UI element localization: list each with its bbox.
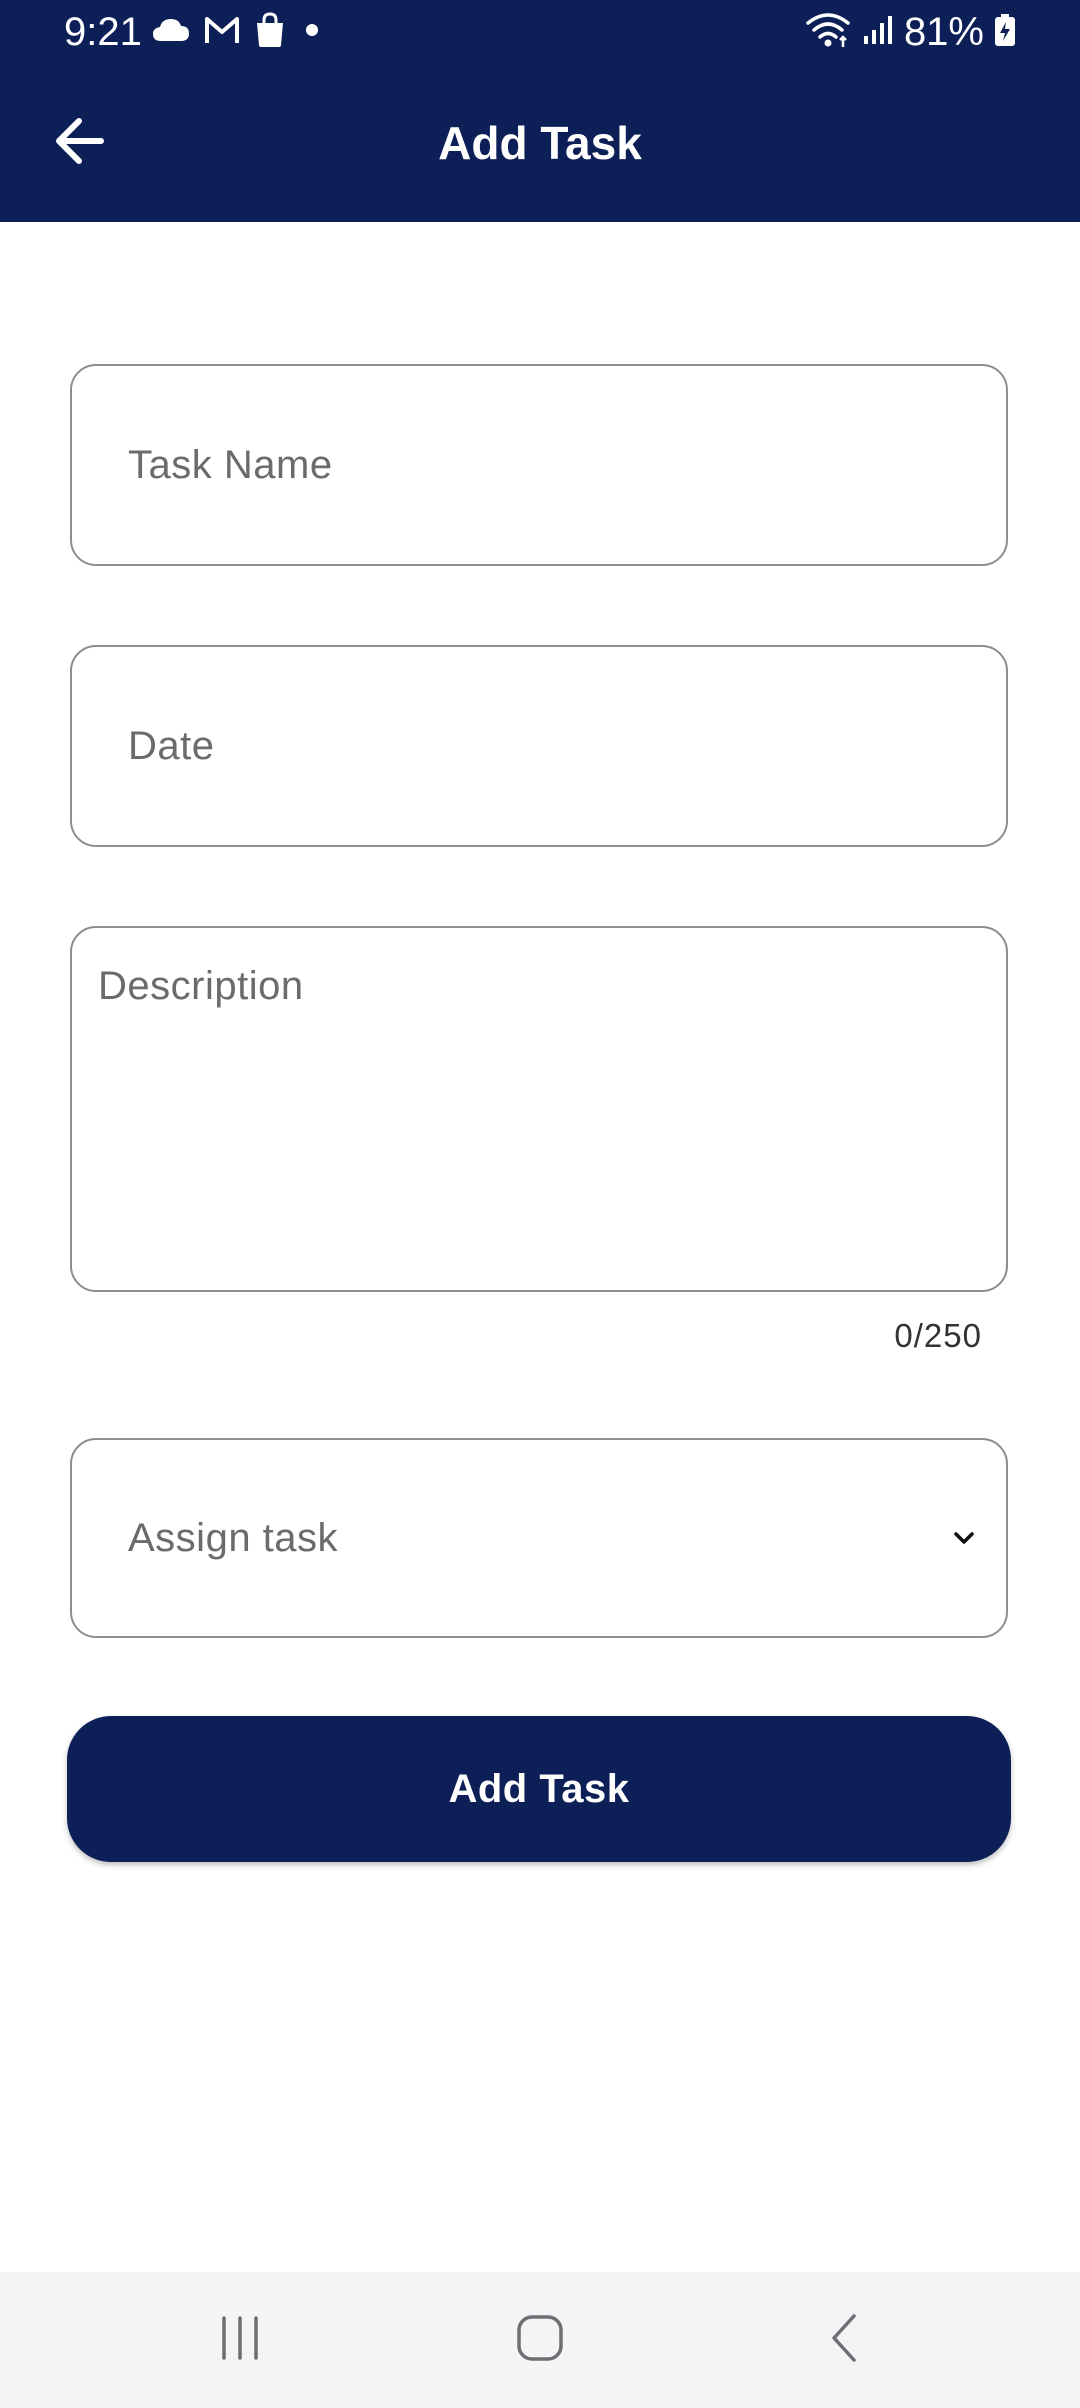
task-name-input[interactable] [128,366,966,564]
shopping-bag-icon [254,11,286,53]
date-input[interactable] [128,647,966,845]
system-back-button[interactable] [784,2272,904,2408]
gmail-icon [204,15,240,50]
add-task-button[interactable]: Add Task [67,1716,1011,1862]
home-button[interactable] [480,2272,600,2408]
assign-task-dropdown[interactable]: Assign task [70,1438,1008,1638]
status-time: 9:21 [64,10,142,54]
chevron-down-icon [944,1440,984,1636]
battery-charging-icon [994,13,1016,52]
task-name-field[interactable] [70,364,1008,566]
date-field[interactable] [70,645,1008,847]
signal-icon [862,14,894,51]
cloud-icon [152,17,190,48]
app-bar: 9:21 81% Add Task [0,0,1080,222]
system-nav-bar [0,2272,1080,2408]
status-bar: 9:21 81% [0,0,1080,64]
wifi-icon [804,11,852,54]
description-input[interactable] [98,964,980,1270]
notification-icons [152,11,324,53]
assign-task-value: Assign task [128,1515,339,1560]
dot-icon [300,23,324,42]
home-icon [516,2314,564,2367]
system-status-icons: 81% [804,8,1016,56]
description-field[interactable] [70,926,1008,1292]
recents-icon [216,2315,264,2365]
battery-percent: 81% [903,10,984,54]
add-task-screen: 9:21 81% Add Task Task Name Date Descrip… [0,0,1080,2408]
recents-button[interactable] [180,2272,300,2408]
add-task-button-label: Add Task [448,1766,630,1811]
page-title: Add Task [438,117,642,169]
description-char-counter: 0/250 [894,1317,982,1354]
back-icon [826,2312,862,2369]
